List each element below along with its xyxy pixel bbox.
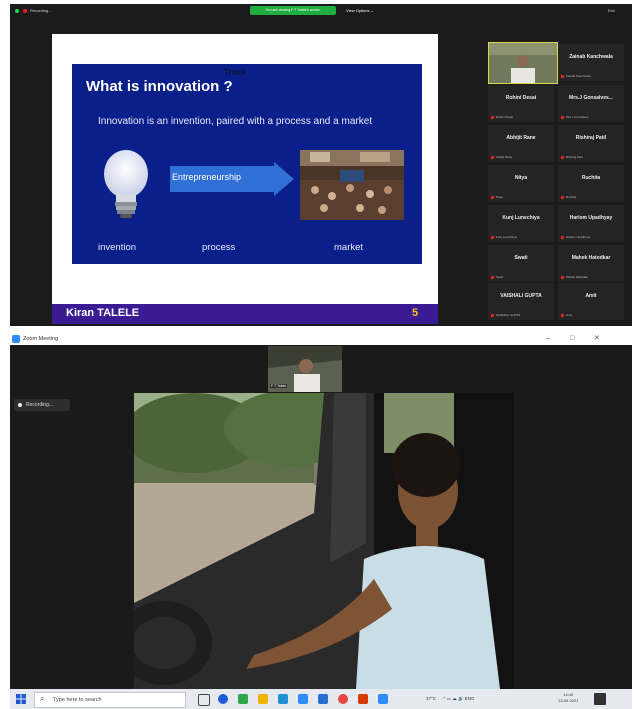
mail-icon[interactable] [278, 694, 288, 704]
maximize-button[interactable]: □ [570, 334, 574, 344]
participant-tile[interactable]: Mahek Hatodkar Mahek Hatodkar [558, 245, 624, 282]
caption-process: process [202, 242, 236, 253]
participant-tile[interactable]: Zainab Kanchwala Zainab Kanchwala [558, 44, 624, 81]
recording-label: Recording... [26, 402, 53, 408]
presentation-slide: Thank What is innovation ? Innovation is… [52, 34, 438, 324]
participant-tile[interactable]: VAISHALI GUPTA VAISHALI GUPTA [488, 283, 554, 320]
participant-tile[interactable]: Ruchita Ruchita [558, 165, 624, 202]
system-tray[interactable]: 37°C ^ ▭ ☁ 🔊 ENG [426, 694, 475, 704]
participant-tile[interactable]: Kunj Lunechiya Kunj Lunechiya [488, 205, 554, 242]
weather-indicator[interactable]: 37°C [426, 696, 436, 701]
search-placeholder: Type here to search [53, 697, 102, 703]
powerpoint-icon[interactable] [358, 694, 368, 704]
clock-date: 13-05-2021 [558, 698, 579, 703]
view-options-button[interactable]: View Options ⌄ [346, 6, 374, 15]
chrome-icon[interactable] [338, 694, 348, 704]
caption-market: market [334, 242, 364, 253]
lightbulb-icon [104, 150, 148, 218]
file-explorer-icon[interactable] [258, 694, 268, 704]
participant-tile[interactable]: Abhijit Rane Abhijit Rane [488, 125, 554, 162]
edge-browser-icon[interactable] [218, 694, 228, 704]
shared-screen-window: Recording... You are viewing F T Talele'… [10, 4, 632, 326]
zoom-logo-icon [12, 335, 20, 343]
task-view-icon[interactable] [198, 694, 210, 706]
zoom-meeting-taskbar-icon[interactable] [378, 694, 388, 704]
window-title: Zoom Meeting [23, 336, 59, 342]
screen-share-banner: You are viewing F T Talele's screen [250, 6, 336, 15]
slide-author: Kiran TALELE [66, 307, 140, 319]
store-icon[interactable] [238, 694, 248, 704]
participant-tile[interactable]: Rishiraj Patil Rishiraj Patil [558, 125, 624, 162]
slide-definition: Innovation is an invention, paired with … [98, 116, 373, 127]
arrow-label: Entrepreneurship [172, 172, 242, 182]
host-name-label: F T Talele [270, 384, 288, 388]
security-icon[interactable] [15, 9, 19, 13]
recording-dot-icon [18, 403, 22, 407]
slide-footer: Kiran TALELE 5 [52, 304, 438, 324]
slide-title: What is innovation ? [86, 78, 233, 95]
slide-annotation: Thank [224, 68, 247, 77]
market-photo [300, 150, 404, 220]
notification-icon[interactable] [594, 693, 606, 705]
taskbar-search-input[interactable]: ⌕ Type here to search [34, 692, 186, 708]
zoom-taskbar-icon[interactable] [298, 694, 308, 704]
participant-gallery: Zainab Kanchwala Zainab Kanchwala Rohini … [488, 40, 624, 320]
caption-invention: invention [98, 242, 137, 253]
participant-tile[interactable]: Mrs.J Gonsalves... Mrs.J Gonsalves [558, 85, 624, 122]
close-button[interactable]: ✕ [594, 334, 600, 344]
exit-fullscreen-button[interactable]: Exit [608, 8, 615, 13]
participant-video-tile[interactable] [488, 42, 558, 84]
participant-tile[interactable]: Swati Swati [488, 245, 554, 282]
host-video-thumbnail[interactable]: F T Talele [268, 346, 342, 392]
search-icon: ⌕ [40, 694, 45, 703]
taskbar-clock[interactable]: 14:40 13-05-2021 [558, 692, 578, 704]
recording-indicator[interactable]: Recording... [14, 399, 70, 411]
participant-tile[interactable]: Harlom Upadhyay Harlom Upadhyay [558, 205, 624, 242]
recording-dot-icon [23, 9, 27, 13]
meeting-top-bar: Recording... You are viewing F T Talele'… [10, 4, 632, 18]
zoom-meeting-window: Zoom Meeting – □ ✕ F T Talele Recording.… [10, 333, 632, 709]
window-titlebar: Zoom Meeting – □ ✕ [10, 333, 632, 345]
windows-start-icon[interactable] [16, 694, 26, 704]
tray-icons[interactable]: ^ ▭ ☁ 🔊 ENG [443, 696, 474, 701]
participant-tile[interactable]: Rohini Desai Rohini Desai [488, 85, 554, 122]
participant-tile[interactable]: Nitya Nitya [488, 165, 554, 202]
minimize-button[interactable]: – [546, 334, 550, 344]
windows-taskbar: ⌕ Type here to search 37°C ^ ▭ ☁ 🔊 ENG 1… [10, 689, 632, 709]
active-speaker-video [134, 393, 514, 689]
slide-page-number: 5 [412, 307, 419, 319]
word-icon[interactable] [318, 694, 328, 704]
slide-content-panel: Thank What is innovation ? Innovation is… [72, 64, 422, 264]
recording-indicator: Recording... [30, 8, 52, 13]
participant-tile[interactable]: Amit Amit [558, 283, 624, 320]
